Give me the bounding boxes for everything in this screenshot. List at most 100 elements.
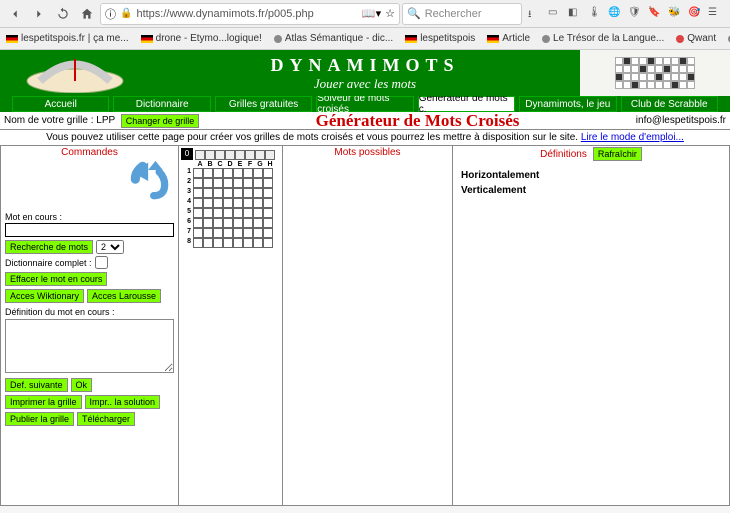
- grid-cell[interactable]: [213, 228, 223, 238]
- star-bookmark[interactable]: ☆: [385, 7, 395, 20]
- ext-icon-6[interactable]: 🎯: [688, 7, 702, 21]
- back-button[interactable]: [4, 3, 26, 25]
- browser-search[interactable]: 🔍 Rechercher: [402, 3, 522, 25]
- grid-cell[interactable]: [213, 238, 223, 248]
- download-button[interactable]: Télécharger: [77, 412, 135, 426]
- grid-cell[interactable]: [233, 178, 243, 188]
- grid-cell[interactable]: [233, 218, 243, 228]
- ext-icon-4[interactable]: 🔖: [648, 7, 662, 21]
- ext-icon-5[interactable]: 🐝: [668, 7, 682, 21]
- menu-accueil[interactable]: Accueil: [12, 96, 109, 112]
- undo-arrow-icon[interactable]: [128, 159, 172, 205]
- sidebar-icon[interactable]: ◧: [568, 7, 582, 21]
- grid-cell[interactable]: [213, 198, 223, 208]
- grid-cell[interactable]: [243, 198, 253, 208]
- grid-cell[interactable]: [253, 188, 263, 198]
- ok-button[interactable]: Ok: [71, 378, 93, 392]
- grid-cell[interactable]: [233, 238, 243, 248]
- grid-cell[interactable]: [193, 188, 203, 198]
- grid-cell[interactable]: [223, 228, 233, 238]
- grid-cell[interactable]: [233, 228, 243, 238]
- grid-cell[interactable]: [243, 238, 253, 248]
- grid-cell[interactable]: [263, 208, 273, 218]
- grid-cell[interactable]: [193, 238, 203, 248]
- ext-icon-3[interactable]: 🛡: [628, 7, 642, 21]
- grid-cell[interactable]: [203, 238, 213, 248]
- grid-cell[interactable]: [213, 218, 223, 228]
- grid-cell[interactable]: [233, 208, 243, 218]
- size-select[interactable]: 2: [96, 240, 124, 254]
- grid-cell[interactable]: [213, 208, 223, 218]
- grid-cell[interactable]: [193, 198, 203, 208]
- bookmark-item[interactable]: Atlas Sémantique - dic...: [274, 33, 393, 44]
- grid-cell[interactable]: [263, 228, 273, 238]
- contact-email[interactable]: info@lespetitspois.fr: [636, 115, 726, 126]
- menu-dictionnaire[interactable]: Dictionnaire: [113, 96, 210, 112]
- grid-cell[interactable]: [263, 188, 273, 198]
- grid-cell[interactable]: [233, 188, 243, 198]
- publish-button[interactable]: Publier la grille: [5, 412, 74, 426]
- grid-cell[interactable]: [213, 188, 223, 198]
- grid-cell[interactable]: [203, 208, 213, 218]
- intro-link[interactable]: Lire le mode d'emploi...: [581, 132, 684, 143]
- grid-cell[interactable]: [253, 178, 263, 188]
- grid-cell[interactable]: [243, 228, 253, 238]
- grid-cell[interactable]: [233, 168, 243, 178]
- grid-cell[interactable]: [253, 198, 263, 208]
- grid-cell[interactable]: [253, 168, 263, 178]
- grid-cell[interactable]: [243, 168, 253, 178]
- grid-cell[interactable]: [253, 238, 263, 248]
- definition-textarea[interactable]: [5, 319, 174, 373]
- grid-cell[interactable]: [243, 218, 253, 228]
- bookmark-item[interactable]: lespetitspois: [405, 33, 475, 44]
- grid-cell[interactable]: [263, 198, 273, 208]
- grid-cell[interactable]: [203, 188, 213, 198]
- search-words-button[interactable]: Recherche de mots: [5, 240, 93, 254]
- menu-icon[interactable]: ☰: [708, 7, 722, 21]
- print-solution-button[interactable]: Impr.. la solution: [85, 395, 161, 409]
- grid-cell[interactable]: [203, 198, 213, 208]
- grid-cell[interactable]: [263, 218, 273, 228]
- larousse-button[interactable]: Acces Larousse: [87, 289, 161, 303]
- grid-cell[interactable]: [223, 238, 233, 248]
- grid-cell[interactable]: [203, 168, 213, 178]
- library-icon[interactable]: ▭: [548, 7, 562, 21]
- bookmark-item[interactable]: drone - Etymo...logique!: [141, 33, 262, 44]
- grid-cell[interactable]: [223, 168, 233, 178]
- grid-cell[interactable]: [223, 218, 233, 228]
- forward-button[interactable]: [28, 3, 50, 25]
- grid-cell[interactable]: [193, 178, 203, 188]
- wiktionary-button[interactable]: Acces Wiktionary: [5, 289, 84, 303]
- refresh-button[interactable]: Rafraîchir: [593, 147, 642, 161]
- grid-cell[interactable]: [233, 198, 243, 208]
- grid-cell[interactable]: [223, 198, 233, 208]
- grid-cell[interactable]: [213, 178, 223, 188]
- grid-cell[interactable]: [263, 178, 273, 188]
- grid-cell[interactable]: [263, 168, 273, 178]
- grid-cell[interactable]: [193, 208, 203, 218]
- ext-icon-1[interactable]: 🌡: [588, 7, 602, 21]
- grid-cell[interactable]: [223, 188, 233, 198]
- bookmark-item[interactable]: Qwant: [676, 33, 716, 44]
- url-bar[interactable]: ⓘ 🔒 https://www.dynamimots.fr/p005.php 📖…: [100, 3, 400, 25]
- grid-cell[interactable]: [243, 178, 253, 188]
- grid-cell[interactable]: [223, 178, 233, 188]
- home-button[interactable]: [76, 3, 98, 25]
- def-next-button[interactable]: Def. suivante: [5, 378, 68, 392]
- bookmark-item[interactable]: Article: [487, 33, 530, 44]
- change-grid-button[interactable]: Changer de grille: [121, 114, 200, 128]
- grid-cell[interactable]: [223, 208, 233, 218]
- grid-cell[interactable]: [193, 218, 203, 228]
- dict-complete-checkbox[interactable]: [95, 256, 108, 269]
- grid-cell[interactable]: [213, 168, 223, 178]
- bookmark-item[interactable]: lespetitspois.fr | ça me...: [6, 33, 129, 44]
- grid-cell[interactable]: [253, 228, 263, 238]
- grid-cell[interactable]: [263, 238, 273, 248]
- ext-icon-2[interactable]: 🌐: [608, 7, 622, 21]
- print-grid-button[interactable]: Imprimer la grille: [5, 395, 82, 409]
- grid-cell[interactable]: [253, 208, 263, 218]
- reader-icon[interactable]: 📖▾: [362, 7, 381, 20]
- grid-cell[interactable]: [203, 228, 213, 238]
- grid-cell[interactable]: [193, 168, 203, 178]
- grid-cell[interactable]: [203, 178, 213, 188]
